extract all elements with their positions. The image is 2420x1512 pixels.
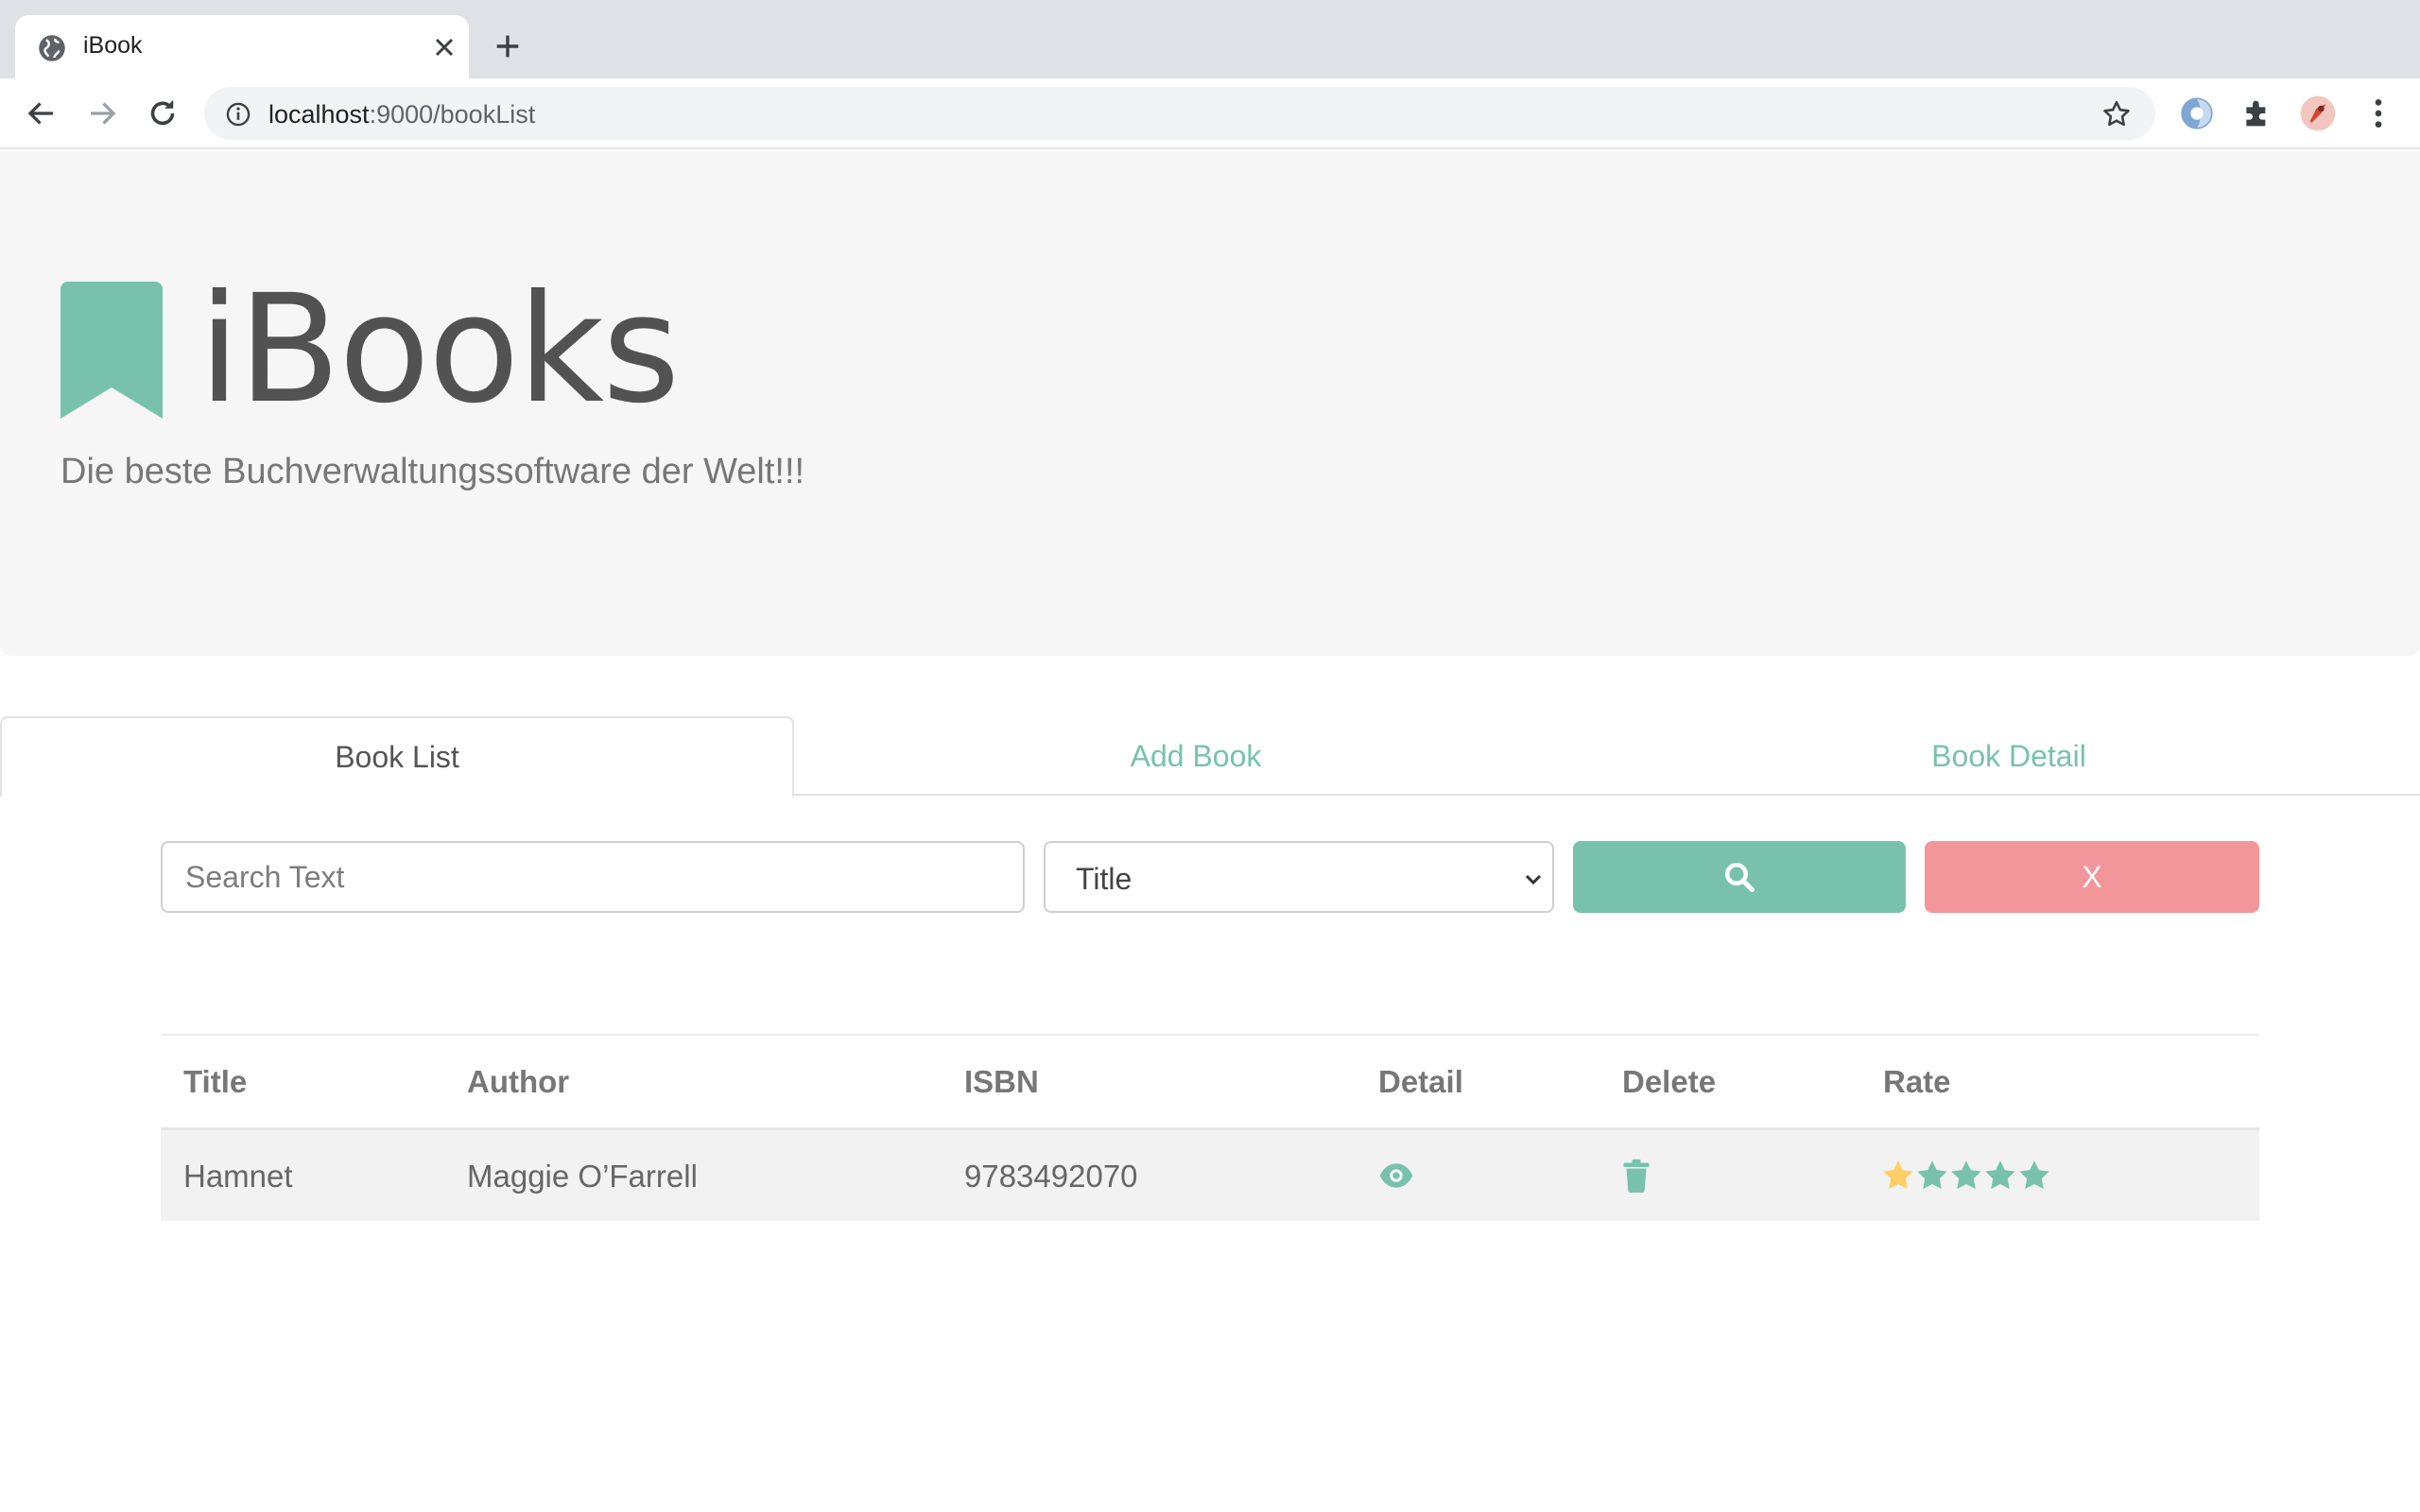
- rating-stars[interactable]: [1881, 1159, 2051, 1196]
- clear-search-button[interactable]: X: [1925, 841, 2259, 913]
- close-icon[interactable]: [429, 32, 459, 62]
- book-isbn-cell: 9783492070: [964, 1159, 1138, 1194]
- tab-add-book[interactable]: Add Book: [794, 716, 1598, 796]
- tab-title: iBook: [83, 32, 143, 59]
- trash-icon[interactable]: [1622, 1159, 1651, 1193]
- table-header: Title Author ISBN Detail Delete Rate: [161, 1036, 2259, 1130]
- column-header-title: Title: [183, 1064, 248, 1099]
- search-icon: [1725, 863, 1755, 893]
- book-author-cell: Maggie O’Farrell: [467, 1159, 698, 1194]
- browser-tab[interactable]: iBook: [15, 15, 469, 78]
- extension-sync-icon[interactable]: [2178, 94, 2216, 132]
- info-icon[interactable]: [225, 101, 251, 128]
- address-bar[interactable]: localhost:9000/bookList: [204, 87, 2155, 140]
- profile-avatar-icon[interactable]: [2299, 94, 2337, 132]
- column-header-rate: Rate: [1883, 1064, 1951, 1099]
- star-icon[interactable]: [1881, 1159, 1915, 1193]
- bookmark-star-icon[interactable]: [2100, 98, 2133, 130]
- star-icon[interactable]: [1915, 1159, 1949, 1193]
- search-button[interactable]: [1573, 841, 1906, 913]
- reload-icon[interactable]: [146, 96, 180, 130]
- url-text[interactable]: localhost:9000/bookList: [268, 100, 535, 129]
- jumbotron-header: iBooks Die beste Buchverwaltungssoftware…: [0, 151, 2420, 656]
- star-icon[interactable]: [2017, 1159, 2051, 1193]
- url-path: :9000/bookList: [369, 100, 536, 129]
- tab-book-list[interactable]: Book List: [0, 716, 794, 798]
- column-header-detail: Detail: [1378, 1064, 1463, 1099]
- search-field-select[interactable]: Title: [1044, 841, 1554, 913]
- browser-toolbar: localhost:9000/bookList: [0, 78, 2420, 149]
- extensions-puzzle-icon[interactable]: [2238, 94, 2276, 132]
- book-table: Title Author ISBN Detail Delete Rate Ham…: [161, 1034, 2259, 1221]
- url-host: localhost: [268, 100, 370, 129]
- star-icon[interactable]: [1983, 1159, 2017, 1193]
- search-field-selected: Title: [1076, 862, 1132, 896]
- tab-book-detail[interactable]: Book Detail: [1598, 716, 2420, 796]
- tagline: Die beste Buchverwaltungssoftware der We…: [60, 452, 805, 491]
- globe-icon: [39, 35, 65, 61]
- table-row: Hamnet Maggie O’Farrell 9783492070: [161, 1130, 2259, 1221]
- nav-tabs: Book List Add Book Book Detail: [0, 716, 2420, 798]
- search-input[interactable]: [161, 841, 1025, 913]
- eye-icon[interactable]: [1378, 1160, 1414, 1191]
- column-header-author: Author: [467, 1064, 570, 1099]
- column-header-delete: Delete: [1622, 1064, 1717, 1099]
- brand-title: iBooks: [199, 263, 680, 437]
- back-icon[interactable]: [25, 96, 59, 130]
- column-header-isbn: ISBN: [964, 1064, 1039, 1099]
- star-icon[interactable]: [1949, 1159, 1983, 1193]
- new-tab-icon[interactable]: [492, 30, 524, 62]
- browser-tabstrip: iBook: [0, 0, 2420, 78]
- book-title-cell: Hamnet: [183, 1159, 293, 1194]
- chevron-down-icon: [1525, 874, 1542, 885]
- bookmark-icon: [60, 282, 163, 419]
- forward-icon[interactable]: [85, 96, 119, 130]
- menu-kebab-icon[interactable]: [2360, 94, 2397, 132]
